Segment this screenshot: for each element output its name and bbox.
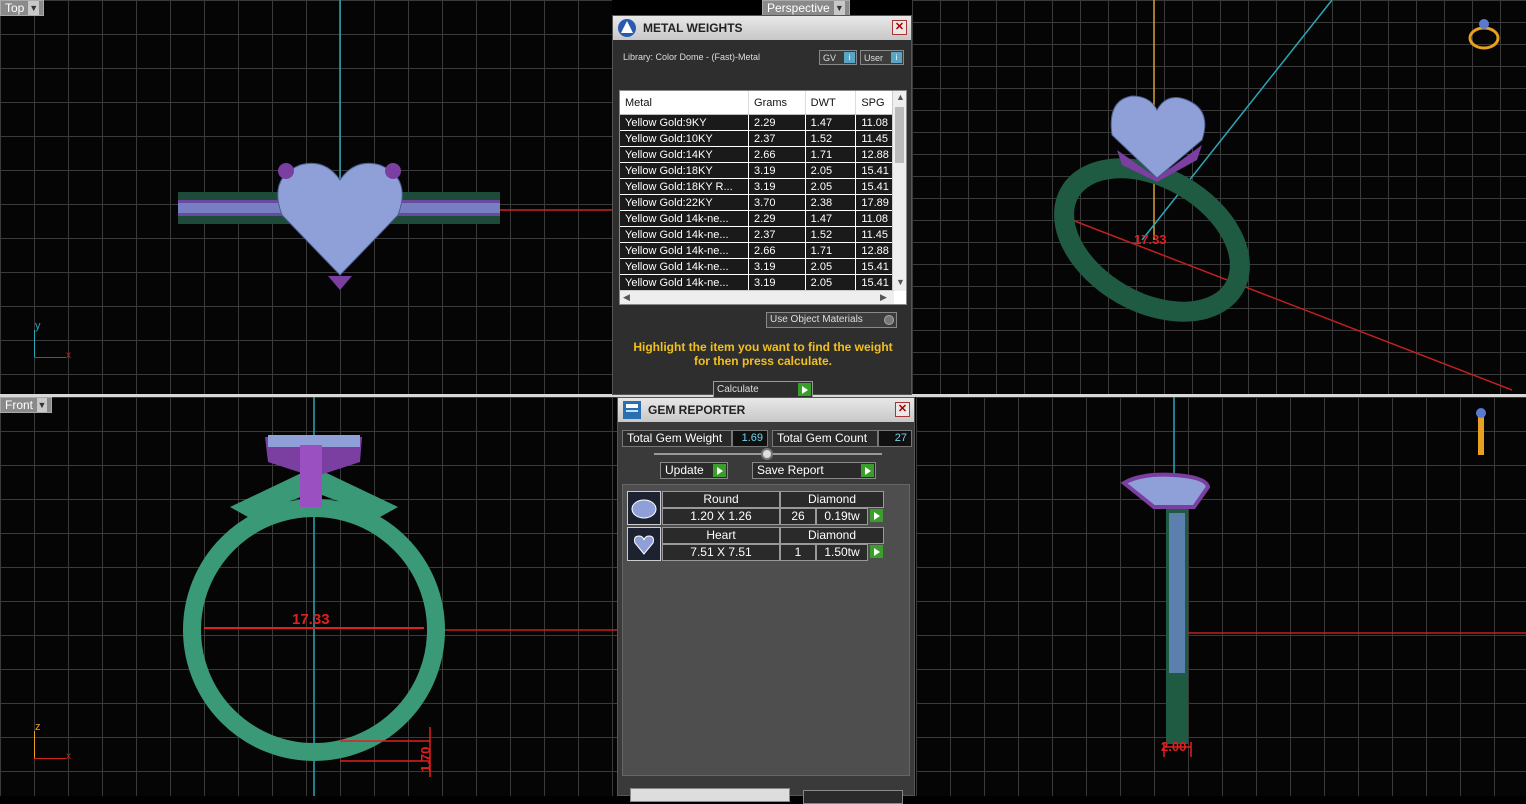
metal-weights-panel: METAL WEIGHTS ✕ Library: Color Dome - (F… — [612, 15, 912, 398]
calculate-button[interactable]: Calculate — [713, 381, 813, 398]
splitter-handle[interactable] — [761, 448, 773, 460]
top-viewport[interactable]: Top ▼ y x — [0, 0, 612, 394]
library-label: Library: Color Dome - (Fast)-Metal — [623, 52, 761, 62]
round-gem-icon — [627, 491, 661, 525]
play-arrow-icon — [870, 545, 883, 558]
table-row[interactable]: Yellow Gold 14k-ne... 3.19 2.05 15.41 — [620, 259, 906, 275]
use-object-materials-toggle[interactable]: Use Object Materials — [766, 312, 897, 328]
save-report-button[interactable]: Save Report — [752, 462, 876, 479]
gem-go-button[interactable] — [868, 544, 884, 561]
gem-reporter-body: Total Gem Weight 1.69 Total Gem Count 27… — [618, 422, 914, 795]
close-icon[interactable]: ✕ — [892, 20, 907, 35]
metal-weights-table[interactable]: Metal Grams DWT SPG Yellow Gold:9KY 2.29 1… — [619, 90, 907, 305]
ring-nav-icon[interactable] — [1464, 14, 1504, 54]
metal-weights-body: Library: Color Dome - (Fast)-Metal GV i U… — [613, 40, 911, 398]
table-row[interactable]: Yellow Gold 14k-ne... 2.66 1.71 12.88 — [620, 243, 906, 259]
gem-count: 26 — [780, 508, 816, 525]
table-row[interactable]: Yellow Gold:18KY 3.19 2.05 15.41 — [620, 163, 906, 179]
gem-shape: Round — [662, 491, 780, 508]
scroll-left-icon[interactable]: ◀ — [623, 292, 630, 303]
radio-icon — [884, 315, 894, 325]
column-header-metal[interactable]: Metal — [620, 91, 750, 114]
front-axis-gizmo: z x — [30, 721, 74, 762]
scroll-down-icon[interactable]: ▼ — [896, 277, 905, 287]
table-header: Metal Grams DWT SPG — [620, 91, 906, 115]
table-row[interactable]: Yellow Gold:10KY 2.37 1.52 11.45 — [620, 131, 906, 147]
column-header-dwt[interactable]: DWT — [806, 91, 857, 114]
heart-gem-icon — [627, 527, 661, 561]
right-view-drawing — [1120, 397, 1526, 757]
top-axis-y-label: y — [35, 320, 41, 332]
front-view-drawing — [183, 397, 618, 796]
table-row[interactable]: Yellow Gold 14k-ne... 3.19 2.05 15.41 — [620, 275, 906, 291]
top-axis-gizmo: y x — [30, 320, 74, 361]
info-icon: i — [891, 52, 902, 63]
perspective-view-drawing — [1054, 0, 1513, 391]
front-axis-z-label: z — [35, 721, 41, 733]
gem-size: 7.51 X 7.51 — [662, 544, 780, 561]
right-viewport[interactable]: 2.00 — [916, 397, 1526, 796]
table-row[interactable]: Yellow Gold:9KY 2.29 1.47 11.08 — [620, 115, 906, 131]
gem-size: 1.20 X 1.26 — [662, 508, 780, 525]
gem-type: Diamond — [780, 527, 884, 544]
gv-toggle[interactable]: GV i — [819, 50, 857, 65]
thickness-label: 1.70 — [418, 746, 433, 772]
ring-size-label: 17.33 — [292, 611, 330, 628]
scroll-up-icon[interactable]: ▲ — [896, 92, 905, 102]
gem-shape: Heart — [662, 527, 780, 544]
play-arrow-icon — [798, 383, 811, 396]
scroll-right-icon[interactable]: ▶ — [880, 292, 887, 303]
total-gem-count-label: Total Gem Count — [772, 430, 878, 447]
gem-count: 1 — [780, 544, 816, 561]
side-width-label: 2.00 — [1161, 739, 1187, 754]
perspective-ring-size-label: 17.33 — [1134, 232, 1167, 247]
gem-go-button[interactable] — [868, 508, 884, 525]
total-gem-weight-label: Total Gem Weight — [622, 430, 732, 447]
user-toggle[interactable]: User i — [860, 50, 904, 65]
total-gem-weight-value: 1.69 — [732, 430, 768, 447]
table-row[interactable]: Yellow Gold:14KY 2.66 1.71 12.88 — [620, 147, 906, 163]
scroll-thumb[interactable] — [895, 107, 904, 163]
front-viewport[interactable]: Front ▼ 17.33 1.70 z x — [0, 397, 618, 796]
table-row[interactable]: Yellow Gold:18KY R... 3.19 2.05 15.41 — [620, 179, 906, 195]
table-row[interactable]: Yellow Gold 14k-ne... 2.37 1.52 11.45 — [620, 227, 906, 243]
info-icon: i — [844, 52, 855, 63]
table-horizontal-scrollbar[interactable]: ◀ ▶ — [620, 290, 894, 304]
bottom-dropdown[interactable] — [630, 788, 790, 802]
gem-reporter-logo-icon — [622, 400, 642, 420]
play-arrow-icon — [870, 509, 883, 522]
play-arrow-icon — [713, 464, 726, 477]
front-axis-x-label: x — [66, 751, 71, 762]
gem-type: Diamond — [780, 491, 884, 508]
close-icon[interactable]: ✕ — [895, 402, 910, 417]
chevron-down-icon[interactable]: ▼ — [833, 1, 845, 15]
update-button[interactable]: Update — [660, 462, 728, 479]
gem-reporter-panel: GEM REPORTER ✕ Total Gem Weight 1.69 Tot… — [617, 397, 915, 796]
play-arrow-icon — [861, 464, 874, 477]
column-header-grams[interactable]: Grams — [749, 91, 806, 114]
instruction-text: Highlight the item you want to find the … — [633, 340, 893, 368]
total-gem-count-value: 27 — [878, 430, 912, 447]
perspective-viewport-tab[interactable]: Perspective ▼ — [762, 0, 850, 16]
gem-weight: 1.50tw — [816, 544, 868, 561]
metal-weights-logo-icon — [617, 18, 637, 38]
table-vertical-scrollbar[interactable]: ▲ ▼ — [892, 91, 906, 291]
bottom-button[interactable] — [803, 790, 903, 804]
table-row[interactable]: Yellow Gold:22KY 3.70 2.38 17.89 — [620, 195, 906, 211]
metal-weights-titlebar[interactable]: METAL WEIGHTS ✕ — [613, 16, 911, 40]
gem-reporter-titlebar[interactable]: GEM REPORTER ✕ — [618, 398, 914, 422]
top-view-drawing — [178, 0, 612, 290]
top-axis-x-label: x — [66, 350, 71, 361]
table-row[interactable]: Yellow Gold 14k-ne... 2.29 1.47 11.08 — [620, 211, 906, 227]
perspective-viewport[interactable]: 17.33 — [912, 0, 1526, 394]
ring-side-nav-icon[interactable] — [1472, 407, 1492, 459]
gem-list: Round Diamond 1.20 X 1.26 26 0.19tw Hear… — [622, 484, 910, 776]
gem-weight: 0.19tw — [816, 508, 868, 525]
